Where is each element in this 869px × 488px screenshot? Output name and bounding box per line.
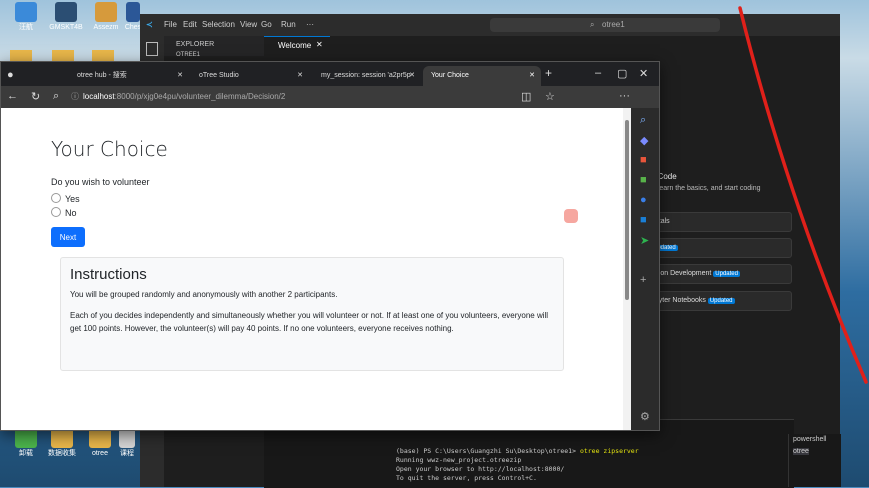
profile-icon[interactable]: ● <box>7 69 14 81</box>
page-title: Your Choice <box>51 137 168 161</box>
next-button[interactable]: Next <box>51 227 85 247</box>
instructions-paragraph: You will be grouped randomly and anonymo… <box>70 290 338 299</box>
browser-toolbar: ← ↻ ⌕ ⓘ localhost:8000/p/xjg0e4pu/volunte… <box>1 86 659 108</box>
close-icon[interactable]: ✕ <box>297 66 303 86</box>
add-icon[interactable]: + <box>640 274 646 286</box>
close-icon[interactable]: ✕ <box>529 66 535 86</box>
tab-session[interactable]: my_session: session 'a2pr5p ✕ <box>313 66 421 86</box>
info-icon: ⓘ <box>71 92 79 101</box>
browser-window: ● otree hub - 搜索 ✕ oTree Studio ✕ my_sessi… <box>0 61 660 431</box>
instructions-title: Instructions <box>70 266 147 283</box>
favorites-icon[interactable]: ☆ <box>545 90 555 103</box>
tab-otree-studio[interactable]: oTree Studio ✕ <box>191 66 309 86</box>
tools-icon[interactable]: ■ <box>640 154 647 166</box>
radio-button[interactable] <box>51 193 61 203</box>
maximize-icon[interactable]: ▢ <box>617 67 627 80</box>
instructions-paragraph: Each of you decides independently and si… <box>70 311 549 333</box>
url-host: localhost <box>83 92 115 101</box>
instructions-panel: Instructions You will be grouped randoml… <box>60 257 564 371</box>
browser-tabbar: ● otree hub - 搜索 ✕ oTree Studio ✕ my_sessi… <box>1 62 659 86</box>
page-content: Your Choice Do you wish to volunteer Yes… <box>1 108 623 430</box>
extension-badge-icon[interactable] <box>564 209 578 223</box>
tab-otree-hub[interactable]: otree hub - 搜索 ✕ <box>69 66 189 86</box>
split-screen-icon[interactable]: ◫ <box>521 90 531 103</box>
shopping-icon[interactable]: ◆ <box>640 134 648 147</box>
send-icon[interactable]: ➤ <box>640 234 649 247</box>
close-icon[interactable]: ✕ <box>409 66 415 86</box>
refresh-icon[interactable]: ↻ <box>31 90 40 103</box>
tab-your-choice[interactable]: Your Choice ✕ <box>423 66 541 86</box>
copilot-icon[interactable]: ● <box>640 194 647 206</box>
more-icon[interactable]: ··· <box>619 90 630 102</box>
settings-icon[interactable]: ⚙ <box>640 410 650 423</box>
edge-sidebar: ⌕ ◆ ■ ■ ● ■ ➤ + ⚙ <box>631 108 659 430</box>
radio-button[interactable] <box>51 207 61 217</box>
new-tab-icon[interactable]: + <box>545 66 552 80</box>
close-icon[interactable]: ✕ <box>177 66 183 86</box>
tab-label: oTree Studio <box>199 72 239 79</box>
scrollbar-thumb[interactable] <box>625 120 629 300</box>
outlook-icon[interactable]: ■ <box>640 214 647 226</box>
option-no[interactable]: No <box>51 207 77 218</box>
option-yes[interactable]: Yes <box>51 193 80 204</box>
url-path: :8000/p/xjg0e4pu/volunteer_dilemma/Decis… <box>114 92 286 101</box>
tab-label: otree hub - 搜索 <box>77 72 127 79</box>
search-icon[interactable]: ⌕ <box>53 90 59 103</box>
games-icon[interactable]: ■ <box>640 174 647 186</box>
tab-label: my_session: session 'a2pr5p <box>321 72 411 79</box>
close-window-icon[interactable]: ✕ <box>639 67 648 80</box>
tab-label: Your Choice <box>431 72 469 79</box>
question-label: Do you wish to volunteer <box>51 177 150 187</box>
minimize-icon[interactable]: – <box>595 67 601 79</box>
option-label: No <box>65 208 77 218</box>
address-bar[interactable]: ⓘ localhost:8000/p/xjg0e4pu/volunteer_dil… <box>71 89 471 105</box>
back-icon[interactable]: ← <box>7 90 18 102</box>
search-icon[interactable]: ⌕ <box>640 114 646 127</box>
option-label: Yes <box>65 194 80 204</box>
